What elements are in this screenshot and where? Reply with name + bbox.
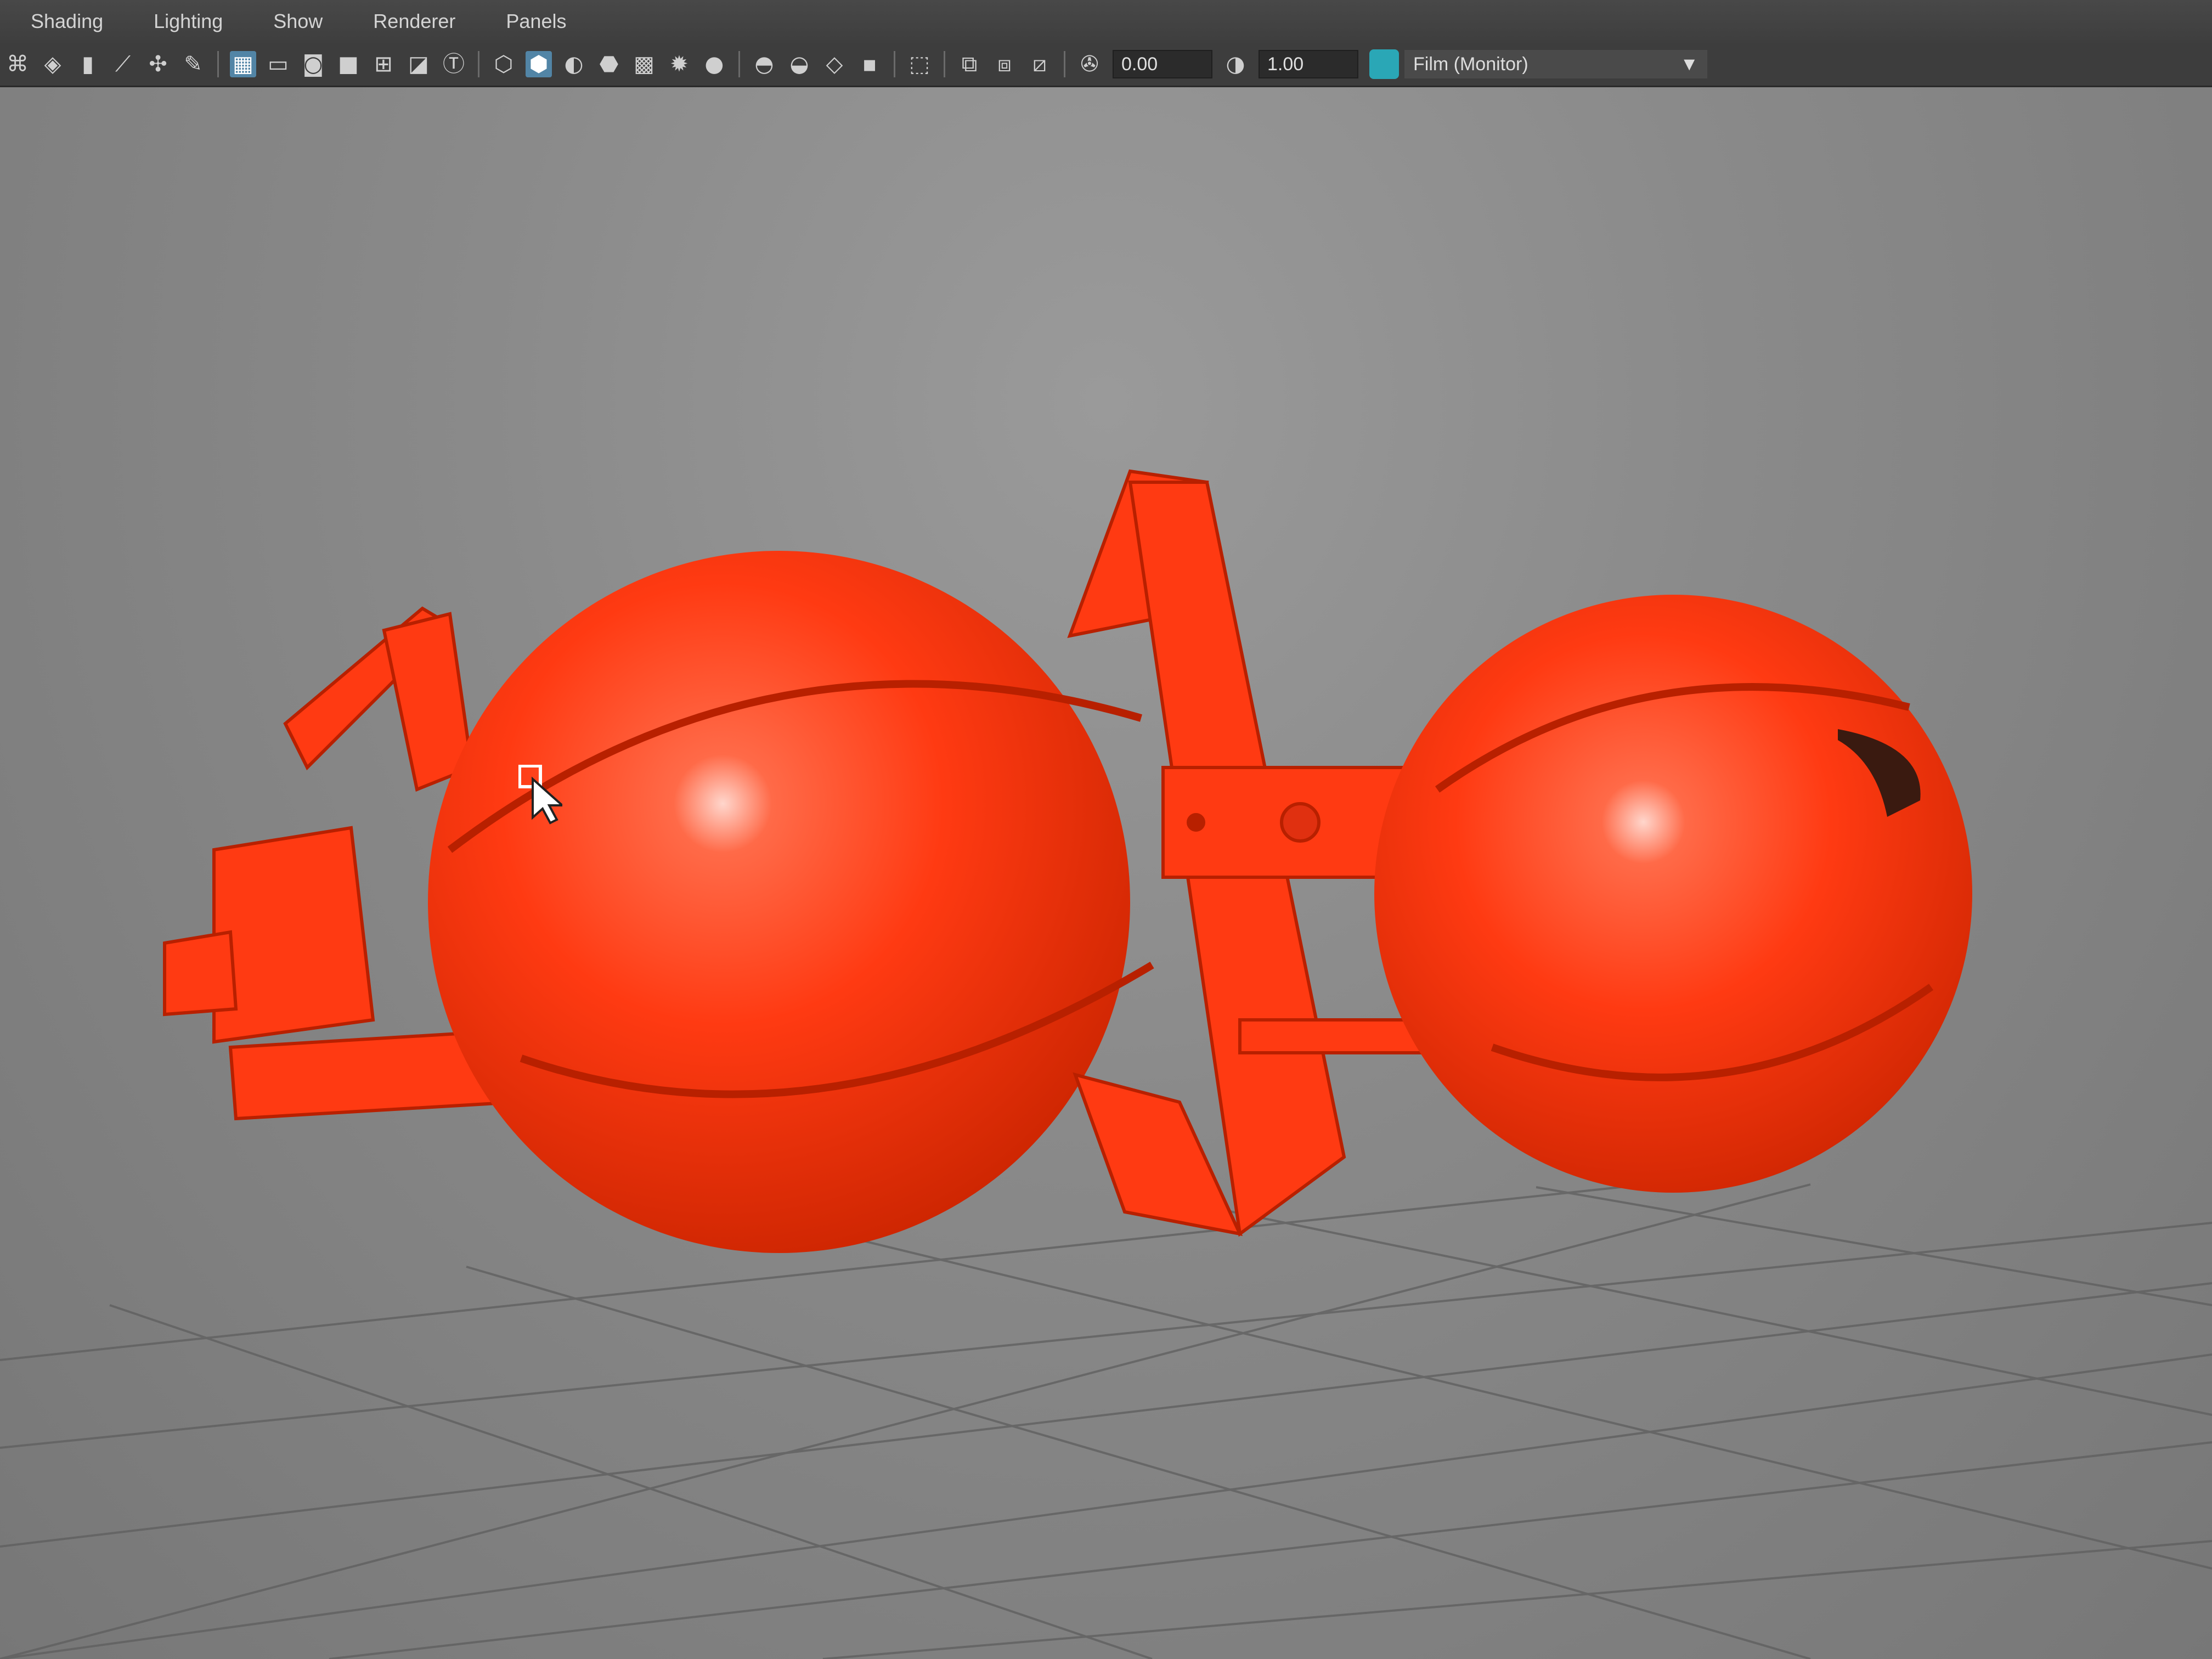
view-transform-dropdown[interactable]: Film (Monitor) ▼ [1404,50,1707,78]
film-gate-icon[interactable]: ▭ [265,51,291,77]
gamma-icon[interactable]: ◑ [1222,51,1249,77]
grease-pencil-icon[interactable]: ✎ [180,51,206,77]
chevron-down-icon: ▼ [1680,53,1699,75]
image-plane-icon[interactable]: ⟋ [110,51,136,77]
xray-icon[interactable]: ⧉ [956,51,983,77]
view-transform-label: Film (Monitor) [1413,53,1528,75]
toolbar-separator [944,51,945,77]
color-management-icon[interactable] [1369,49,1399,79]
toolbar-separator [894,51,895,77]
use-all-lights-icon[interactable]: ▩ [631,51,657,77]
smooth-shade-icon[interactable]: ⬢ [526,51,552,77]
motion-blur-icon[interactable]: ◒ [786,51,812,77]
grid-icon[interactable]: ▦ [230,51,256,77]
safe-title-icon[interactable]: Ⓣ [441,51,467,77]
left-sphere [428,551,1130,1253]
xray-active-components-icon[interactable]: ⧄ [1026,51,1053,77]
toolbar-separator [1064,51,1065,77]
bookmark-icon[interactable]: ▮ [75,51,101,77]
camera-icon[interactable]: ⌘ [4,51,31,77]
2d-pan-zoom-icon[interactable]: ✣ [145,51,171,77]
anti-aliasing-icon[interactable]: ◇ [821,51,848,77]
panel-toolbar: ⌘ ◈ ▮ ⟋ ✣ ✎ ▦ ▭ ◙ ■ ⊞ ◪ Ⓣ ⬡ ⬢ ◐ ⬣ ▩ ✹ ● … [0,43,2212,87]
textured-icon[interactable]: ⬣ [596,51,622,77]
right-sphere [1374,595,1972,1193]
exposure-field[interactable]: 0.00 [1113,50,1212,78]
panel-menubar: Shading Lighting Show Renderer Panels [0,0,2212,43]
shadows-icon[interactable]: ● [701,51,727,77]
toolbar-separator [217,51,219,77]
menu-lighting[interactable]: Lighting [154,10,223,33]
gamma-field[interactable]: 1.00 [1259,50,1358,78]
depth-of-field-icon[interactable]: ▪ [856,51,883,77]
light-icon[interactable]: ✹ [666,51,692,77]
field-chart-icon[interactable]: ⊞ [370,51,397,77]
3d-viewport[interactable] [0,87,2212,1659]
menu-panels[interactable]: Panels [506,10,566,33]
menu-show[interactable]: Show [273,10,323,33]
wireframe-on-shaded-icon[interactable]: ◐ [561,51,587,77]
menu-shading[interactable]: Shading [31,10,103,33]
toolbar-separator [738,51,740,77]
scene-render [0,469,2212,1659]
camera-attributes-icon[interactable]: ◈ [40,51,66,77]
resolution-gate-icon[interactable]: ◙ [300,51,326,77]
toolbar-separator [478,51,479,77]
isolate-select-icon[interactable]: ⬚ [906,51,933,77]
menu-renderer[interactable]: Renderer [373,10,455,33]
ground-grid [0,1183,2212,1659]
gate-mask-icon[interactable]: ■ [335,51,362,77]
ambient-occlusion-icon[interactable]: ◓ [751,51,777,77]
safe-action-icon[interactable]: ◪ [405,51,432,77]
exposure-icon[interactable]: ✇ [1076,51,1103,77]
wireframe-icon[interactable]: ⬡ [490,51,517,77]
xray-joints-icon[interactable]: ⧈ [991,51,1018,77]
